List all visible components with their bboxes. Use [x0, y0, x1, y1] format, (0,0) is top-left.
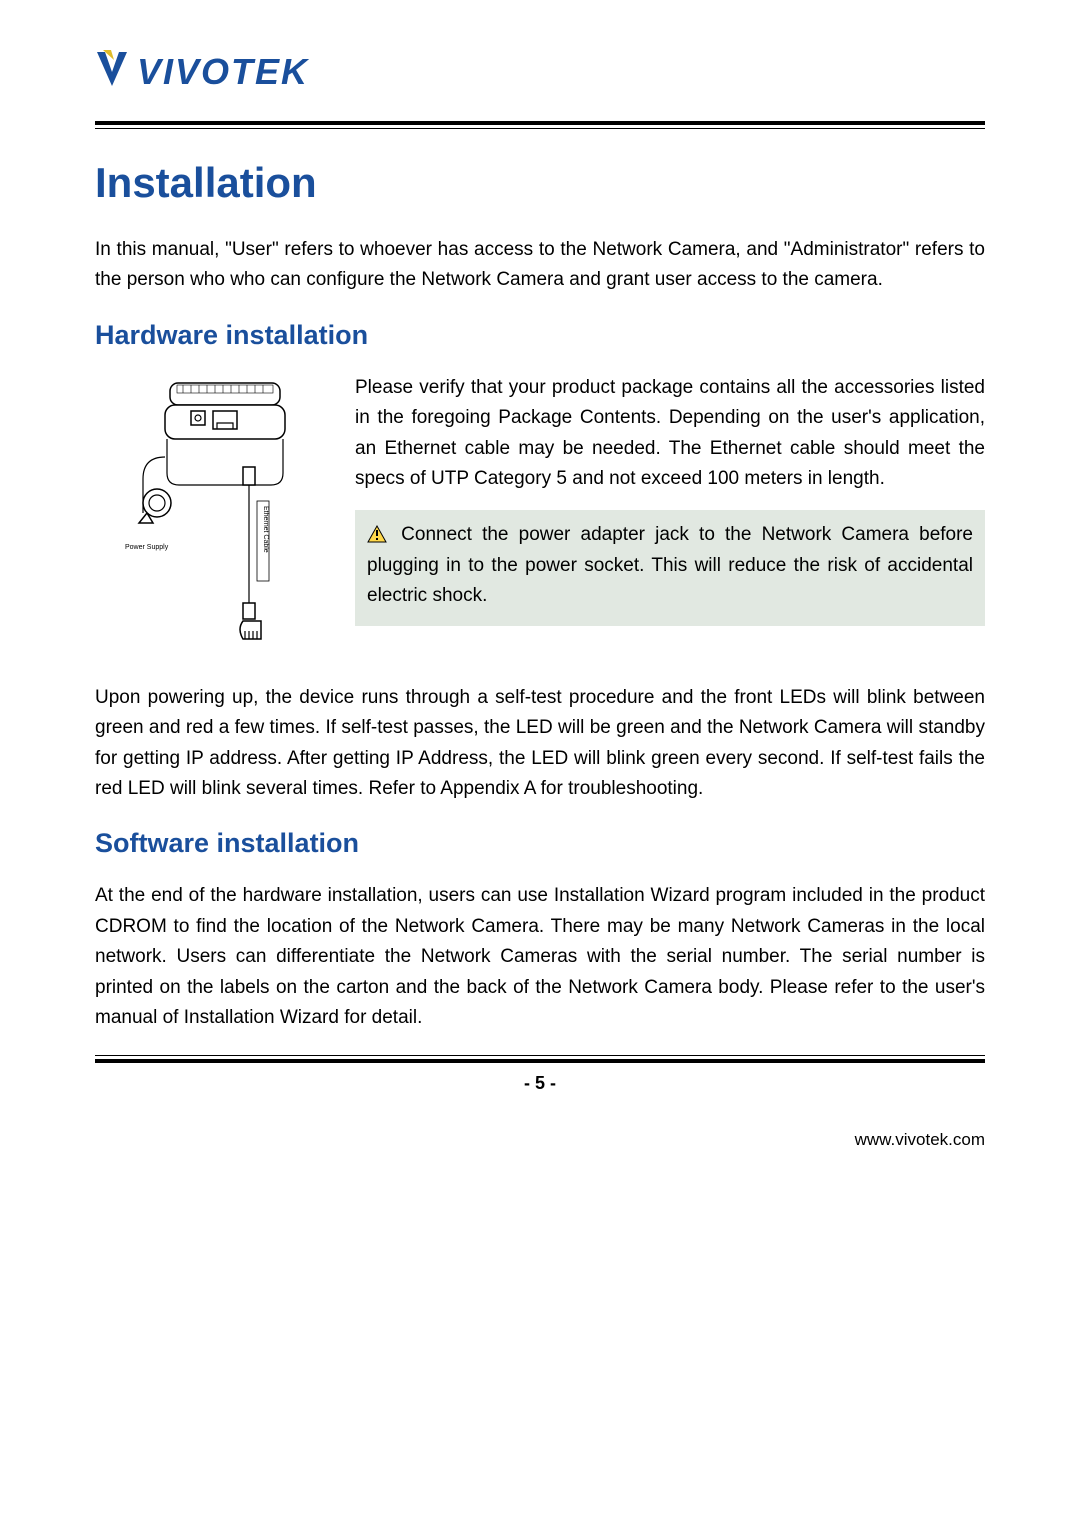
page-title: Installation: [95, 159, 985, 207]
hardware-right-column: Please verify that your product package …: [355, 373, 985, 626]
footer-rule: [95, 1055, 985, 1063]
logo: VIVOTEK: [95, 50, 985, 93]
logo-mark-icon: [95, 50, 129, 93]
hardware-para-2: Upon powering up, the device runs throug…: [95, 683, 985, 805]
figure-label-ethernet: Ethernet Cable: [262, 506, 269, 553]
warning-triangle-icon: [367, 523, 387, 541]
software-heading: Software installation: [95, 828, 985, 859]
warning-text: Connect the power adapter jack to the Ne…: [367, 524, 973, 606]
header-rule: [95, 121, 985, 129]
warning-callout: Connect the power adapter jack to the Ne…: [355, 510, 985, 625]
page-container: VIVOTEK Installation In this manual, "Us…: [0, 0, 1080, 1190]
hardware-figure: Ethernet Cable Power Supply: [95, 373, 325, 663]
hardware-para-1: Please verify that your product package …: [355, 373, 985, 495]
footer-url: www.vivotek.com: [95, 1130, 985, 1150]
hardware-row: Ethernet Cable Power Supply Please verif…: [95, 373, 985, 663]
figure-label-power: Power Supply: [125, 544, 169, 551]
logo-text: VIVOTEK: [137, 51, 309, 93]
intro-paragraph: In this manual, "User" refers to whoever…: [95, 235, 985, 296]
software-para: At the end of the hardware installation,…: [95, 881, 985, 1033]
page-number: - 5 -: [95, 1073, 985, 1094]
hardware-heading: Hardware installation: [95, 320, 985, 351]
